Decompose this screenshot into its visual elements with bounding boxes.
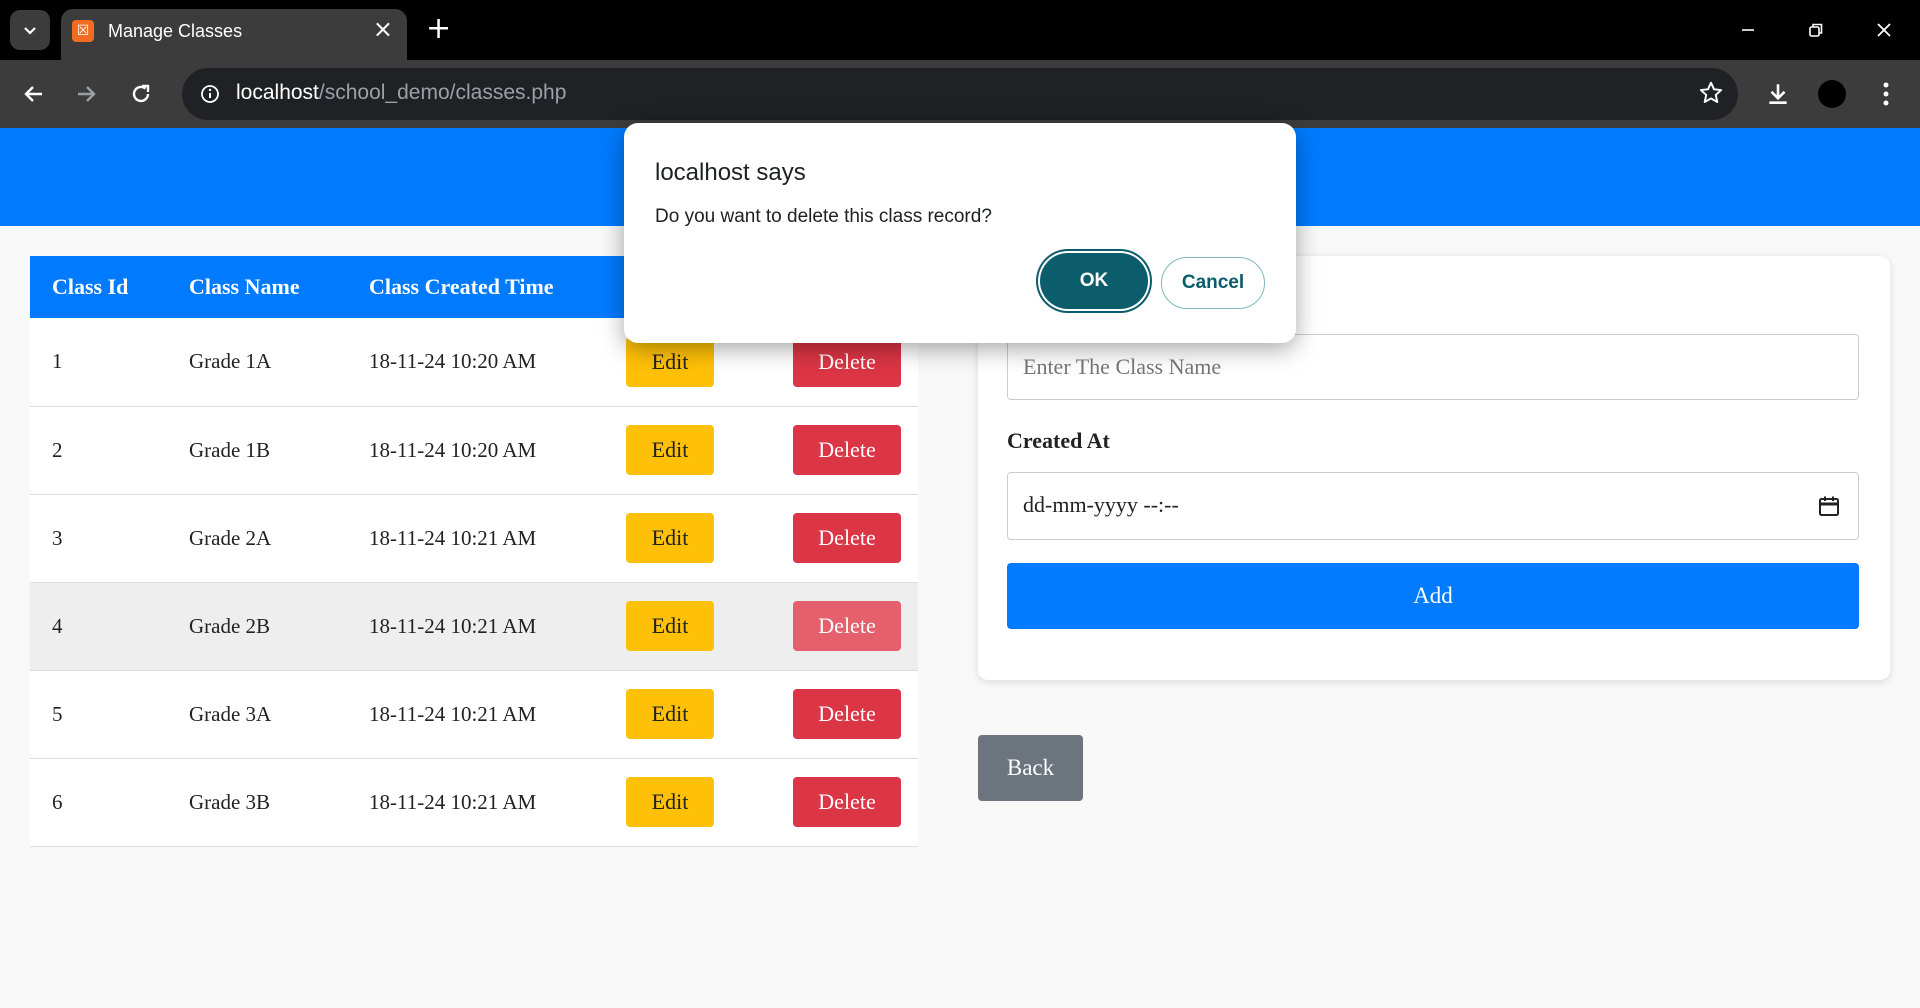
class-name-input[interactable] (1007, 334, 1859, 400)
url-path: /school_demo/classes.php (318, 81, 567, 104)
table-row: 5 Grade 3A 18-11-24 10:21 AM Edit Delete (30, 670, 918, 758)
tab-title: Manage Classes (108, 21, 243, 41)
cell-delete: Delete (771, 582, 918, 670)
cell-edit: Edit (604, 758, 771, 846)
cell-edit: Edit (604, 494, 771, 582)
new-tab-icon[interactable]: + (426, 14, 451, 44)
header-class-created-time: Class Created Time (369, 274, 554, 299)
datetime-placeholder: dd-mm-yyyy --:-- (1023, 492, 1179, 517)
cell-delete: Delete (771, 670, 918, 758)
cell-class-id: 1 (52, 349, 63, 374)
classes-table: Class Id Class Name Class Created Time 1… (30, 256, 918, 847)
back-button[interactable]: Back (978, 735, 1083, 801)
edit-button[interactable]: Edit (626, 601, 714, 651)
cell-edit: Edit (604, 582, 771, 670)
edit-button[interactable]: Edit (626, 513, 714, 563)
forward-arrow-icon[interactable] (64, 72, 108, 116)
browser-toolbar: localhost/school_demo/classes.php (0, 60, 1920, 128)
cell-delete: Delete (771, 406, 918, 494)
tab-list-icon (24, 27, 36, 35)
cell-class-id: 5 (52, 701, 63, 726)
cell-delete: Delete (771, 494, 918, 582)
cell-created-time: 18-11-24 10:21 AM (369, 701, 537, 726)
delete-button-active[interactable]: Delete (793, 601, 901, 651)
site-info-icon[interactable] (192, 76, 228, 112)
cell-class-id: 3 (52, 525, 63, 550)
back-arrow-icon[interactable] (12, 72, 56, 116)
cell-class-id: 2 (52, 437, 63, 462)
url-text: localhost/school_demo/classes.php (236, 81, 566, 105)
delete-button[interactable]: Delete (793, 425, 901, 475)
bookmark-star-icon[interactable] (1698, 80, 1724, 111)
dialog-message: Do you want to delete this class record? (655, 206, 992, 227)
delete-button[interactable]: Delete (793, 777, 901, 827)
cell-edit: Edit (604, 670, 771, 758)
edit-button[interactable]: Edit (626, 777, 714, 827)
delete-button[interactable]: Delete (793, 336, 901, 387)
browser-tab-strip: ☒ Manage Classes × + (0, 0, 1920, 60)
header-class-id: Class Id (52, 274, 129, 299)
cell-class-name: Grade 3B (189, 789, 271, 814)
url-host: localhost (236, 81, 319, 104)
cell-delete: Delete (771, 758, 918, 846)
cell-class-name: Grade 1B (189, 437, 271, 462)
cancel-button[interactable]: Cancel (1161, 257, 1265, 309)
calendar-icon[interactable] (1818, 495, 1840, 517)
cell-edit: Edit (604, 406, 771, 494)
table-row: 6 Grade 3B 18-11-24 10:21 AM Edit Delete (30, 758, 918, 846)
edit-button[interactable]: Edit (626, 336, 714, 387)
dialog-title: localhost says (655, 159, 806, 186)
edit-button[interactable]: Edit (626, 689, 714, 739)
table-row: 3 Grade 2A 18-11-24 10:21 AM Edit Delete (30, 494, 918, 582)
close-window-icon[interactable] (1860, 10, 1908, 50)
add-button[interactable]: Add (1007, 563, 1859, 629)
table-row: 2 Grade 1B 18-11-24 10:20 AM Edit Delete (30, 406, 918, 494)
cell-created-time: 18-11-24 10:21 AM (369, 613, 537, 638)
table-row-hovered: 4 Grade 2B 18-11-24 10:21 AM Edit Delete (30, 582, 918, 670)
tab-search-button[interactable] (10, 10, 50, 50)
classes-table-container: Class Id Class Name Class Created Time 1… (30, 256, 958, 856)
cell-class-name: Grade 1A (189, 349, 272, 374)
download-icon[interactable] (1756, 72, 1800, 116)
cell-created-time: 18-11-24 10:20 AM (369, 437, 537, 462)
restore-icon[interactable] (1792, 10, 1840, 50)
address-bar[interactable]: localhost/school_demo/classes.php (182, 68, 1738, 120)
cell-created-time: 18-11-24 10:20 AM (369, 349, 537, 374)
cell-class-name: Grade 2B (189, 613, 271, 638)
cell-class-id: 4 (52, 613, 63, 638)
delete-button[interactable]: Delete (793, 689, 901, 739)
ok-button[interactable]: OK (1040, 253, 1148, 309)
cell-created-time: 18-11-24 10:21 AM (369, 789, 537, 814)
profile-avatar[interactable] (1810, 72, 1854, 116)
xampp-favicon: ☒ (72, 20, 94, 42)
header-class-name: Class Name (189, 274, 300, 299)
cell-class-name: Grade 3A (189, 701, 272, 726)
reload-icon[interactable] (119, 72, 163, 116)
cell-class-name: Grade 2A (189, 525, 272, 550)
active-tab[interactable]: ☒ Manage Classes × (61, 9, 407, 60)
edit-button[interactable]: Edit (626, 425, 714, 475)
created-at-label: Created At (1007, 428, 1110, 453)
delete-button[interactable]: Delete (793, 513, 901, 563)
close-tab-icon[interactable]: × (373, 17, 393, 41)
confirm-dialog: localhost says Do you want to delete thi… (624, 123, 1296, 343)
kebab-menu-icon[interactable] (1864, 72, 1908, 116)
created-at-datetime-input[interactable]: dd-mm-yyyy --:-- (1007, 472, 1859, 540)
cell-class-id: 6 (52, 789, 63, 814)
minimize-icon[interactable] (1724, 10, 1772, 50)
cell-created-time: 18-11-24 10:21 AM (369, 525, 537, 550)
